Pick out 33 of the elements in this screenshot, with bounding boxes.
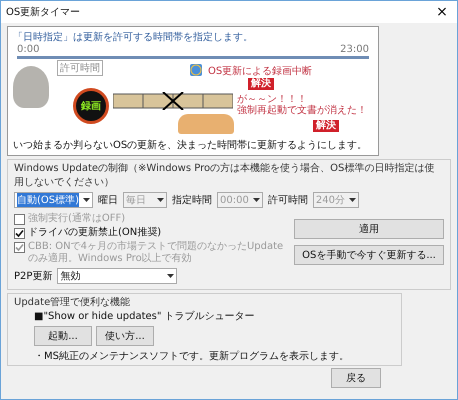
end-time-label: 23:00 xyxy=(340,44,369,55)
tool-title: ■"Show or hide updates" トラブルシューター xyxy=(34,310,256,323)
checkbox[interactable]: ドライバの更新禁止(ON推奨) xyxy=(14,227,286,239)
banner-heading: 「日時指定」は更新を許可する時間帯を指定します。 xyxy=(13,30,254,44)
recording-tv-drawing: 録画 xyxy=(73,88,109,124)
field-label: 許可時間 xyxy=(268,194,308,207)
field-label: P2P更新 xyxy=(14,270,52,283)
tool-button[interactable]: 起動... xyxy=(34,326,92,346)
window-title: OS更新タイマー xyxy=(6,6,80,19)
action-button[interactable]: OSを手動で今すぐ更新する... xyxy=(294,245,444,265)
solved-badge: 解決 xyxy=(313,120,339,132)
back-button[interactable]: 戻る xyxy=(331,368,381,388)
start-time-label: 0:00 xyxy=(17,44,40,55)
allowed-window-label: 許可時間 xyxy=(57,60,103,76)
dropdown-arrow-icon xyxy=(83,198,90,202)
tool-button[interactable]: 使い方... xyxy=(96,326,154,346)
dropdown-arrow-icon xyxy=(167,274,174,278)
warning-text: が～～ン！！！ 強制再起動で文書が消えた！ xyxy=(237,94,367,116)
action-button[interactable]: 適用 xyxy=(294,219,444,239)
dropdown-arrow-icon xyxy=(252,198,260,202)
group-label: Windows Updateの制御（※Windows Proの方は本機能を使う場合、OS標準の日時指定は使用しないでください） xyxy=(14,162,436,189)
tool-note: ・MS純正のメンテナンスソフトです。更新プログラムを表示します。 xyxy=(34,350,350,363)
close-button[interactable]: × xyxy=(427,1,457,23)
solved-badge: 解決 xyxy=(248,78,274,90)
warning-text: OS更新による録画中断 xyxy=(208,64,312,78)
banner-caption: いつ始まるか判らないOSの更新を、決まった時間帯に更新するようにします。 xyxy=(13,138,368,152)
mode-dropdown[interactable]: 自動(OS標準) xyxy=(14,192,94,208)
field-label: 曜日 xyxy=(98,194,118,207)
group-label: Update管理で便利な機能 xyxy=(14,296,132,309)
dropdown-arrow-icon xyxy=(157,198,164,202)
p2p-dropdown[interactable]: 無効 xyxy=(57,268,178,284)
dropdown-arrow-icon xyxy=(348,198,356,202)
field-label: 指定時間 xyxy=(172,194,212,207)
